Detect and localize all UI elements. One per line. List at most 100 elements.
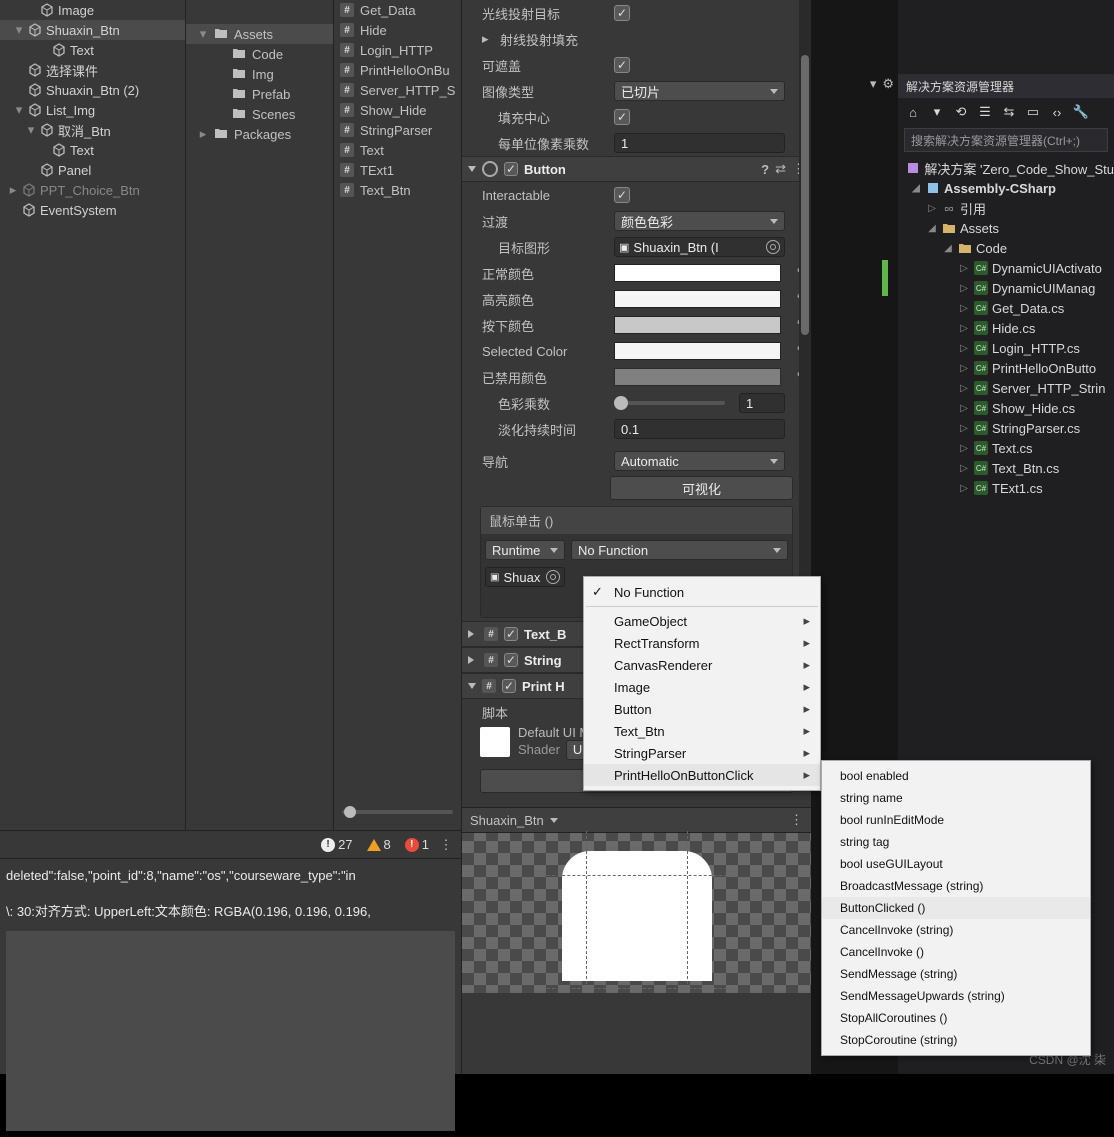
highlight-color-swatch[interactable] bbox=[614, 290, 781, 308]
wrench-icon[interactable]: 🔧 bbox=[1070, 101, 1092, 123]
expand-icon[interactable]: ▸ bbox=[482, 31, 492, 47]
cs-file[interactable]: ▷C#Hide.cs bbox=[898, 318, 1114, 338]
asset-item[interactable]: #Hide bbox=[334, 20, 461, 40]
interactable-checkbox[interactable] bbox=[614, 187, 630, 203]
menu-item[interactable]: StringParser▸ bbox=[584, 742, 820, 764]
visualize-button[interactable]: 可视化 bbox=[610, 476, 793, 500]
asset-item[interactable]: #Get_Data bbox=[334, 0, 461, 20]
fade-duration-field[interactable]: 0.1 bbox=[614, 419, 785, 439]
transition-dropdown[interactable]: 颜色色彩 bbox=[614, 211, 785, 231]
hierarchy-item[interactable]: Text bbox=[0, 140, 185, 160]
preset-icon[interactable]: ⇄ bbox=[775, 161, 786, 177]
color-multiplier-value[interactable]: 1 bbox=[739, 393, 785, 413]
project-folder[interactable]: ▾Assets bbox=[186, 24, 333, 44]
cs-file[interactable]: ▷C#StringParser.cs bbox=[898, 418, 1114, 438]
console-line[interactable]: deleted":false,"point_id":8,"name":"os",… bbox=[6, 865, 455, 887]
cs-file[interactable]: ▷C#PrintHelloOnButto bbox=[898, 358, 1114, 378]
event-object-field[interactable]: ▣Shuax bbox=[485, 567, 565, 587]
cs-file[interactable]: ▷C#Text_Btn.cs bbox=[898, 458, 1114, 478]
submenu-item[interactable]: bool runInEditMode bbox=[822, 809, 1090, 831]
scrollbar[interactable] bbox=[799, 0, 811, 660]
menu-item-no-function[interactable]: ✓ No Function bbox=[584, 581, 820, 603]
references-node[interactable]: ▷ ▫▫引用 bbox=[898, 198, 1114, 218]
asset-item[interactable]: #Login_HTTP bbox=[334, 40, 461, 60]
button-component-header[interactable]: Button ? ⇄ ⋮ bbox=[462, 156, 811, 182]
function-dropdown[interactable]: No Function bbox=[571, 540, 788, 560]
project-folder[interactable]: Prefab bbox=[186, 84, 333, 104]
hierarchy-item[interactable]: Text bbox=[0, 40, 185, 60]
submenu-item[interactable]: StopAllCoroutines () bbox=[822, 1007, 1090, 1029]
submenu-item[interactable]: ButtonClicked () bbox=[822, 897, 1090, 919]
cs-file[interactable]: ▷C#Show_Hide.cs bbox=[898, 398, 1114, 418]
more-icon[interactable]: ⋮ bbox=[437, 837, 455, 853]
solution-search[interactable]: 搜索解决方案资源管理器(Ctrl+;) bbox=[904, 128, 1108, 152]
dropdown-icon[interactable]: ▾ bbox=[870, 76, 877, 92]
sync-icon[interactable]: ⇆ bbox=[998, 101, 1020, 123]
hierarchy-item[interactable]: ▾List_Img bbox=[0, 100, 185, 120]
gear-icon[interactable]: ⚙ bbox=[882, 76, 894, 92]
menu-item[interactable]: Text_Btn▸ bbox=[584, 720, 820, 742]
cs-file[interactable]: ▷C#TExt1.cs bbox=[898, 478, 1114, 498]
hierarchy-item[interactable]: 选择课件 bbox=[0, 60, 185, 80]
submenu-item[interactable]: SendMessage (string) bbox=[822, 963, 1090, 985]
submenu-item[interactable]: bool enabled bbox=[822, 765, 1090, 787]
material-swatch[interactable] bbox=[480, 727, 510, 757]
menu-item[interactable]: CanvasRenderer▸ bbox=[584, 654, 820, 676]
normal-color-swatch[interactable] bbox=[614, 264, 781, 282]
cs-file[interactable]: ▷C#Login_HTTP.cs bbox=[898, 338, 1114, 358]
console-info-badge[interactable]: !27 bbox=[315, 835, 358, 855]
project-folder[interactable]: Img bbox=[186, 64, 333, 84]
asset-size-slider[interactable] bbox=[334, 802, 461, 822]
project-folder[interactable]: ▸Packages bbox=[186, 124, 333, 144]
raycast-target-checkbox[interactable] bbox=[614, 5, 630, 21]
hierarchy-item[interactable]: ▾Shuaxin_Btn bbox=[0, 20, 185, 40]
menu-item[interactable]: Image▸ bbox=[584, 676, 820, 698]
asset-item[interactable]: #Server_HTTP_S bbox=[334, 80, 461, 100]
cs-file[interactable]: ▷C#Text.cs bbox=[898, 438, 1114, 458]
cs-file[interactable]: ▷C#DynamicUIManag bbox=[898, 278, 1114, 298]
button-enable-checkbox[interactable] bbox=[504, 162, 518, 176]
fill-center-checkbox[interactable] bbox=[614, 109, 630, 125]
target-graphic-field[interactable]: ▣Shuaxin_Btn (I bbox=[614, 237, 785, 257]
console-line[interactable]: \: 30:对齐方式: UpperLeft:文本颜色: RGBA(0.196, … bbox=[6, 901, 455, 923]
submenu-item[interactable]: SendMessageUpwards (string) bbox=[822, 985, 1090, 1007]
preview-header[interactable]: Shuaxin_Btn ⋮ bbox=[462, 807, 811, 833]
asset-item[interactable]: #TExt1 bbox=[334, 160, 461, 180]
hierarchy-item[interactable]: Image bbox=[0, 0, 185, 20]
submenu-item[interactable]: string name bbox=[822, 787, 1090, 809]
hierarchy-item[interactable]: EventSystem bbox=[0, 200, 185, 220]
ppu-field[interactable]: 1 bbox=[614, 133, 785, 153]
maskable-checkbox[interactable] bbox=[614, 57, 630, 73]
console-error-badge[interactable]: !1 bbox=[399, 835, 435, 855]
cs-file[interactable]: ▷C#Server_HTTP_Strin bbox=[898, 378, 1114, 398]
cs-file[interactable]: ▷C#DynamicUIActivato bbox=[898, 258, 1114, 278]
code-folder[interactable]: ◢ Code bbox=[898, 238, 1114, 258]
submenu-item[interactable]: CancelInvoke (string) bbox=[822, 919, 1090, 941]
navigation-dropdown[interactable]: Automatic bbox=[614, 451, 785, 471]
hierarchy-item[interactable]: ▸PPT_Choice_Btn bbox=[0, 180, 185, 200]
home-icon[interactable]: ⌂ bbox=[902, 101, 924, 123]
console-warn-badge[interactable]: 8 bbox=[361, 835, 397, 855]
hierarchy-item[interactable]: Shuaxin_Btn (2) bbox=[0, 80, 185, 100]
submenu-item[interactable]: StopCoroutine (string) bbox=[822, 1029, 1090, 1051]
solution-node[interactable]: 解决方案 'Zero_Code_Show_Stu bbox=[898, 158, 1114, 178]
disabled-color-swatch[interactable] bbox=[614, 368, 781, 386]
pressed-color-swatch[interactable] bbox=[614, 316, 781, 334]
submenu-item[interactable]: string tag bbox=[822, 831, 1090, 853]
assets-folder[interactable]: ◢ Assets bbox=[898, 218, 1114, 238]
submenu-item[interactable]: bool useGUILayout bbox=[822, 853, 1090, 875]
menu-item[interactable]: RectTransform▸ bbox=[584, 632, 820, 654]
menu-item[interactable]: GameObject▸ bbox=[584, 610, 820, 632]
menu-item[interactable]: Button▸ bbox=[584, 698, 820, 720]
asset-item[interactable]: #StringParser bbox=[334, 120, 461, 140]
asset-item[interactable]: #Text bbox=[334, 140, 461, 160]
toolbar-icon[interactable]: ‹› bbox=[1046, 101, 1068, 123]
help-icon[interactable]: ? bbox=[761, 162, 769, 177]
submenu-item[interactable]: CancelInvoke () bbox=[822, 941, 1090, 963]
asset-item[interactable]: #Text_Btn bbox=[334, 180, 461, 200]
image-type-dropdown[interactable]: 已切片 bbox=[614, 81, 785, 101]
hierarchy-item[interactable]: ▾取消_Btn bbox=[0, 120, 185, 140]
hierarchy-item[interactable]: Panel bbox=[0, 160, 185, 180]
asset-item[interactable]: #PrintHelloOnBu bbox=[334, 60, 461, 80]
toolbar-icon[interactable]: ⟲ bbox=[950, 101, 972, 123]
